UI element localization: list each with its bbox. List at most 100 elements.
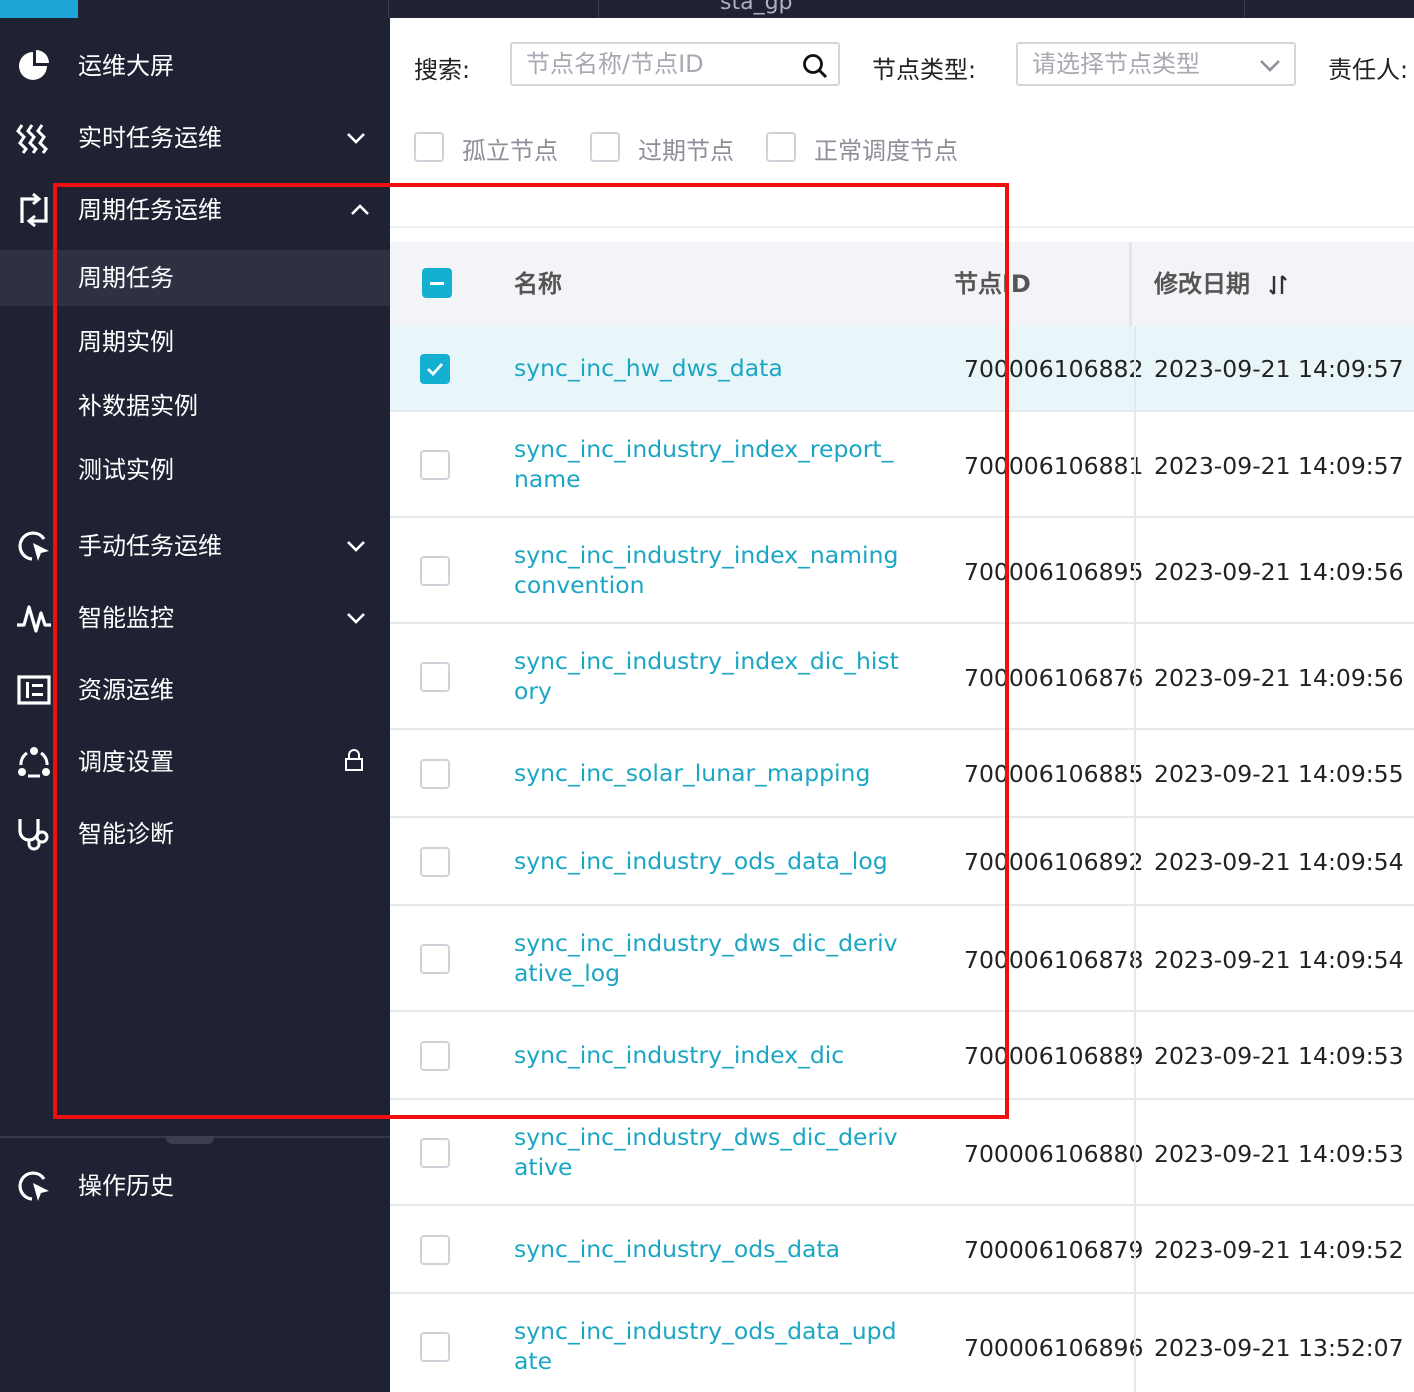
table-row[interactable]: sync_inc_industry_ods_data_update 700006… <box>390 1294 1414 1392</box>
sidebar-item-label: 手动任务运维 <box>78 532 222 560</box>
table-row[interactable]: sync_inc_hw_dws_data 700006106882 2023-0… <box>390 326 1414 412</box>
pulse-icon <box>17 605 51 633</box>
sidebar-item-label: 实时任务运维 <box>78 124 222 152</box>
table-row[interactable]: sync_inc_industry_dws_dic_derivative_log… <box>390 906 1414 1012</box>
row-checkbox[interactable] <box>420 556 450 586</box>
chevron-up-icon <box>351 204 369 215</box>
row-checkbox[interactable] <box>420 450 450 480</box>
task-name-link[interactable]: sync_inc_industry_dws_dic_derivative_log <box>514 928 904 988</box>
table-row[interactable]: sync_inc_industry_index_dic 700006106889… <box>390 1012 1414 1100</box>
sidebar-subitem-test-instance[interactable]: 测试实例 <box>0 442 390 498</box>
row-checkbox[interactable] <box>420 1235 450 1265</box>
sidebar-item-realtime-tasks[interactable]: 实时任务运维 <box>0 102 390 174</box>
modified-date: 2023-09-21 14:09:57 <box>1154 355 1404 383</box>
sidebar-subitem-periodic-instance[interactable]: 周期实例 <box>0 314 390 370</box>
column-header-modified[interactable]: 修改日期 <box>1154 242 1250 326</box>
top-tab[interactable] <box>598 0 1245 18</box>
column-resize-handle[interactable] <box>1129 242 1132 326</box>
top-tab[interactable] <box>388 0 599 18</box>
sidebar-collapse-handle[interactable] <box>166 1136 214 1144</box>
sidebar-subitem-backfill-instance[interactable]: 补数据实例 <box>0 378 390 434</box>
sidebar-item-smart-diagnosis[interactable]: 智能诊断 <box>0 798 390 870</box>
top-tab-label: sta_gp <box>720 0 793 15</box>
sidebar-item-history[interactable]: 操作历史 <box>0 1150 390 1222</box>
select-all-checkbox[interactable] <box>422 268 452 298</box>
sidebar: 运维大屏 实时任务运维 周期任务运维 周期任务 周期实例 补数据实例 测试实例 … <box>0 18 390 1392</box>
task-name-link[interactable]: sync_inc_industry_index_dic <box>514 1040 904 1070</box>
task-name-link[interactable]: sync_inc_industry_index_dic_history <box>514 646 904 706</box>
search-label: 搜索: <box>414 56 471 84</box>
search-input[interactable]: 节点名称/节点ID <box>510 42 840 86</box>
node-id: 700006106882 <box>964 355 1144 383</box>
node-id: 700006106892 <box>964 848 1144 876</box>
normal-schedule-checkbox[interactable] <box>766 132 796 162</box>
sidebar-item-periodic-tasks[interactable]: 周期任务运维 <box>0 174 390 246</box>
modified-date: 2023-09-21 14:09:56 <box>1154 664 1404 692</box>
row-checkbox[interactable] <box>420 847 450 877</box>
node-type-select[interactable]: 请选择节点类型 <box>1016 42 1296 86</box>
sidebar-item-schedule-settings[interactable]: 调度设置 <box>0 726 390 798</box>
node-id: 700006106876 <box>964 664 1144 692</box>
task-name-link[interactable]: sync_inc_industry_index_report_name <box>514 434 904 494</box>
task-name-link[interactable]: sync_inc_industry_ods_data <box>514 1234 904 1264</box>
modified-date: 2023-09-21 14:09:53 <box>1154 1140 1404 1168</box>
check-icon <box>427 363 444 377</box>
table-row[interactable]: sync_inc_industry_ods_data_log 700006106… <box>390 818 1414 906</box>
row-checkbox[interactable] <box>420 1041 450 1071</box>
task-name-link[interactable]: sync_inc_hw_dws_data <box>514 353 904 383</box>
node-type-label: 节点类型: <box>872 56 977 84</box>
isolated-node-checkbox[interactable] <box>414 132 444 162</box>
row-checkbox[interactable] <box>420 1138 450 1168</box>
sidebar-subitem-label: 周期实例 <box>78 328 174 356</box>
sidebar-item-label: 运维大屏 <box>78 52 174 80</box>
row-checkbox[interactable] <box>420 759 450 789</box>
table-row[interactable]: sync_inc_solar_lunar_mapping 70000610688… <box>390 730 1414 818</box>
row-checkbox[interactable] <box>420 944 450 974</box>
table-row[interactable]: sync_inc_industry_index_dic_history 7000… <box>390 624 1414 730</box>
row-checkbox[interactable] <box>420 1332 450 1362</box>
expired-node-checkbox[interactable] <box>590 132 620 162</box>
table-row[interactable]: sync_inc_industry_index_namingconvention… <box>390 518 1414 624</box>
task-name-link[interactable]: sync_inc_industry_dws_dic_derivative <box>514 1122 904 1182</box>
sidebar-item-label: 智能诊断 <box>78 820 174 848</box>
sidebar-item-dashboard[interactable]: 运维大屏 <box>0 30 390 102</box>
sidebar-item-resource-ops[interactable]: 资源运维 <box>0 654 390 726</box>
column-divider <box>1134 730 1136 816</box>
task-name-link[interactable]: sync_inc_industry_ods_data_update <box>514 1316 904 1376</box>
sidebar-item-label: 操作历史 <box>78 1172 174 1200</box>
sort-icon[interactable] <box>1268 274 1290 296</box>
table-row[interactable]: sync_inc_industry_dws_dic_derivative 700… <box>390 1100 1414 1206</box>
modified-date: 2023-09-21 14:09:54 <box>1154 848 1404 876</box>
top-tab[interactable] <box>1244 0 1414 18</box>
modified-date: 2023-09-21 14:09:55 <box>1154 760 1404 788</box>
column-divider <box>1134 518 1136 622</box>
search-icon[interactable] <box>802 53 828 79</box>
node-id: 700006106896 <box>964 1334 1144 1362</box>
manual-refresh-icon <box>18 531 49 561</box>
active-tab-indicator[interactable] <box>0 0 78 18</box>
sidebar-item-manual-tasks[interactable]: 手动任务运维 <box>0 510 390 582</box>
isolated-node-label: 孤立节点 <box>462 137 558 165</box>
column-header-name: 名称 <box>514 270 562 298</box>
modified-date: 2023-09-21 14:09:57 <box>1154 452 1404 480</box>
sidebar-subitem-label: 测试实例 <box>78 456 174 484</box>
row-checkbox[interactable] <box>420 354 450 384</box>
sidebar-item-label: 调度设置 <box>78 748 174 776</box>
lock-icon <box>345 749 363 771</box>
sidebar-subitem-periodic-task[interactable]: 周期任务 <box>0 250 390 306</box>
node-id: 700006106878 <box>964 946 1144 974</box>
sidebar-item-smart-monitor[interactable]: 智能监控 <box>0 582 390 654</box>
row-checkbox[interactable] <box>420 662 450 692</box>
table-row[interactable]: sync_inc_industry_index_report_name 7000… <box>390 412 1414 518</box>
node-id: 700006106880 <box>964 1140 1144 1168</box>
modified-date: 2023-09-21 14:09:54 <box>1154 946 1404 974</box>
chevron-down-icon <box>347 613 365 624</box>
table-row[interactable]: sync_inc_industry_ods_data 700006106879 … <box>390 1206 1414 1294</box>
main-content: 搜索: 节点名称/节点ID 节点类型: 请选择节点类型 责任人: 孤立节点 过期… <box>390 18 1414 1392</box>
top-tab-strip: sta_gp <box>0 0 1414 18</box>
owner-label: 责任人: <box>1328 56 1409 84</box>
task-name-link[interactable]: sync_inc_industry_index_namingconvention <box>514 540 904 600</box>
column-divider <box>1134 1294 1136 1392</box>
task-name-link[interactable]: sync_inc_industry_ods_data_log <box>514 846 904 876</box>
task-name-link[interactable]: sync_inc_solar_lunar_mapping <box>514 758 904 788</box>
